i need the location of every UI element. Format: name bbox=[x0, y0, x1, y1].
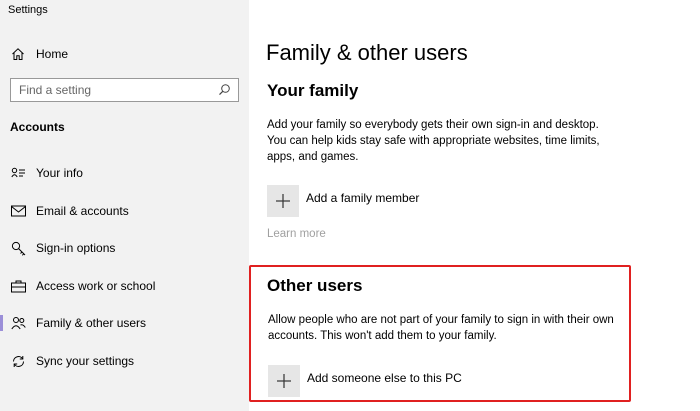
search-icon[interactable] bbox=[218, 83, 231, 101]
sidebar-item-label: Your info bbox=[36, 166, 83, 180]
sidebar-item-sign-in-options[interactable]: Sign-in options bbox=[10, 237, 115, 259]
family-heading: Your family bbox=[267, 81, 359, 100]
add-someone-else-button[interactable]: Add someone else to this PC bbox=[268, 365, 462, 397]
main-content: Family & other users Your family Add you… bbox=[249, 0, 700, 411]
mail-icon bbox=[10, 203, 26, 219]
other-users-description: Allow people who are not part of your fa… bbox=[268, 314, 614, 342]
sidebar-item-sync-settings[interactable]: Sync your settings bbox=[10, 350, 134, 372]
search-box[interactable] bbox=[10, 78, 239, 102]
sidebar: Settings Home Accounts Your info Email &… bbox=[0, 0, 249, 411]
person-card-icon bbox=[10, 165, 26, 181]
search-input[interactable] bbox=[19, 83, 209, 97]
family-description: Add your family so everybody gets their … bbox=[267, 119, 600, 163]
learn-more-link[interactable]: Learn more bbox=[267, 228, 326, 240]
plus-icon bbox=[268, 365, 300, 397]
sidebar-item-label: Home bbox=[36, 47, 69, 61]
sidebar-item-email-accounts[interactable]: Email & accounts bbox=[10, 200, 129, 222]
sidebar-item-home[interactable]: Home bbox=[10, 44, 68, 64]
key-icon bbox=[10, 240, 26, 256]
sidebar-item-access-work[interactable]: Access work or school bbox=[10, 275, 155, 297]
other-users-heading: Other users bbox=[267, 276, 363, 295]
add-family-member-button[interactable]: Add a family member bbox=[267, 185, 419, 217]
sidebar-item-your-info[interactable]: Your info bbox=[10, 162, 83, 184]
sidebar-item-label: Sync your settings bbox=[36, 354, 135, 368]
sync-icon bbox=[10, 353, 26, 369]
app-title: Settings bbox=[8, 4, 48, 16]
briefcase-icon bbox=[10, 278, 26, 294]
sidebar-item-label: Sign-in options bbox=[36, 241, 116, 255]
section-title: Accounts bbox=[10, 120, 65, 134]
sidebar-item-family-other-users[interactable]: Family & other users bbox=[0, 312, 147, 334]
sidebar-item-label: Access work or school bbox=[36, 279, 156, 293]
other-users-highlight: Other users Allow people who are not par… bbox=[249, 265, 631, 402]
add-family-member-label: Add a family member bbox=[306, 191, 420, 205]
add-someone-else-label: Add someone else to this PC bbox=[307, 371, 462, 385]
page-title: Family & other users bbox=[266, 40, 468, 65]
home-icon bbox=[10, 46, 26, 62]
sidebar-item-label: Email & accounts bbox=[36, 204, 129, 218]
sidebar-item-label: Family & other users bbox=[36, 316, 147, 330]
plus-icon bbox=[267, 185, 299, 217]
people-icon bbox=[10, 315, 26, 331]
